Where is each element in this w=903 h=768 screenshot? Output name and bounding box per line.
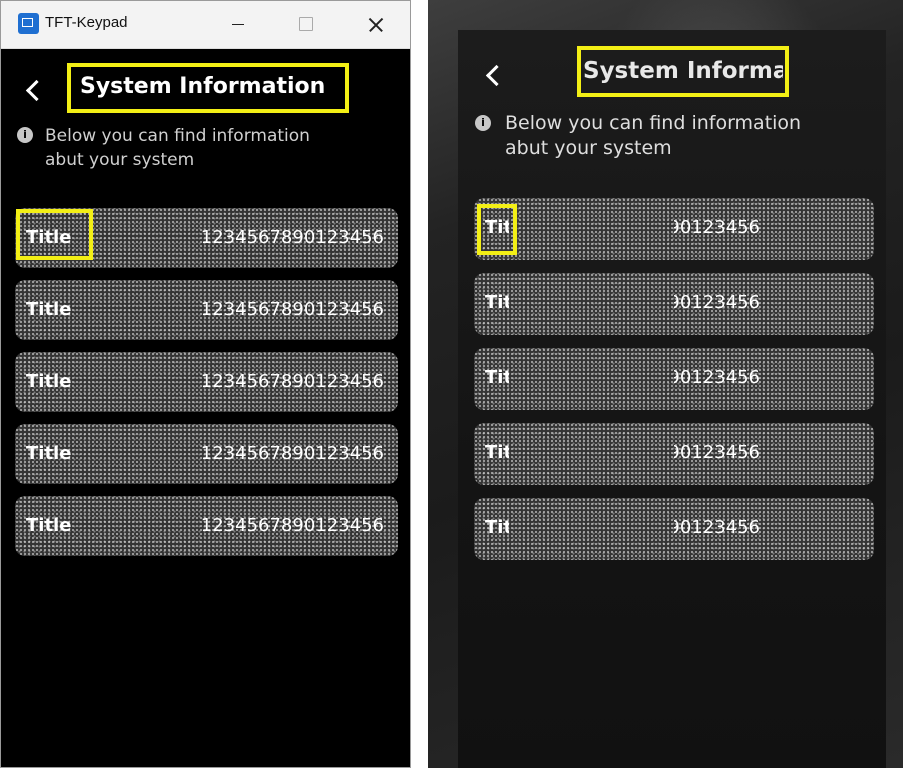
info-line-2: abut your system [45,150,195,170]
row-title: Title [26,371,72,392]
info-description: Below you can find information abut your… [45,124,385,172]
row-value: 1234567890123456 [674,292,760,313]
row-title: Title [26,299,72,320]
window-title: TFT-Keypad [45,14,128,31]
row-value: 1234567890123456 [200,299,384,320]
device-info-description: Below you can find information abut your… [505,111,845,161]
row-value: 1234567890123456 [674,517,760,538]
row-value: 1234567890123456 [200,371,384,392]
row-title: Title [485,442,509,463]
device-info-row: Title 1234567890123456 [474,348,874,410]
row-title: Title [26,443,72,464]
row-value: 1234567890123456 [200,443,384,464]
device-info-row: Title 1234567890123456 [474,273,874,335]
title-highlight-box [67,63,349,113]
row-value: 1234567890123456 [674,367,760,388]
info-line-1: Below you can find information [45,126,310,146]
minimize-button[interactable] [215,1,261,48]
row-value: 1234567890123456 [674,442,760,463]
info-line-1: Below you can find information [505,112,802,134]
info-line-2: abut your system [505,137,672,159]
app-window-icon [18,13,39,34]
row-value: 1234567890123456 [200,515,384,536]
device-info-row: Title 1234567890123456 [474,198,874,260]
window-titlebar[interactable]: TFT-Keypad [1,1,410,49]
row-title-highlight-box [16,209,93,260]
device-info-row: Title 1234567890123456 [474,423,874,485]
maximize-button[interactable] [283,1,329,48]
row-title: Title [26,515,72,536]
info-row: Title 1234567890123456 [15,424,398,484]
info-row: Title 1234567890123456 [15,280,398,340]
row-title: Title [485,292,509,313]
device-info-row: Title 1234567890123456 [474,498,874,560]
info-row: Title 1234567890123456 [15,496,398,556]
info-row: Title 1234567890123456 [15,352,398,412]
row-value: 1234567890123456 [200,227,384,248]
row-value: 1234567890123456 [674,217,760,238]
row-title: Title [485,517,509,538]
device-title-highlight-box [577,46,789,97]
info-icon: i [17,127,33,143]
close-button[interactable] [353,1,399,48]
row-title: Title [485,367,509,388]
device-row-title-highlight-box [477,204,517,255]
info-icon: i [475,115,491,131]
